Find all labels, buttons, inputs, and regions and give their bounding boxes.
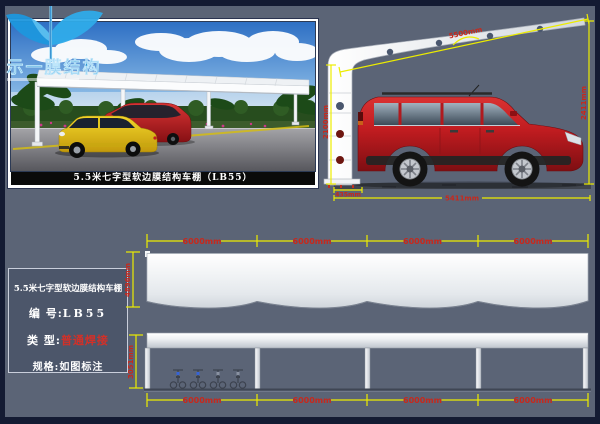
column bbox=[145, 348, 150, 389]
column bbox=[255, 348, 260, 389]
dim-front-height: 3051mm bbox=[127, 345, 135, 379]
column bbox=[365, 348, 370, 389]
suv-windows bbox=[374, 103, 518, 125]
dim-left-height: 2100mm bbox=[322, 105, 330, 139]
dim-right-height: 2411mm bbox=[580, 86, 588, 120]
plan-drawings: 6000mm 6000mm 6000mm 6000mm 4896mm bbox=[0, 225, 600, 424]
company-logo: 示一膜结构 bbox=[3, 4, 107, 88]
suv-side-view bbox=[355, 85, 585, 189]
bay-dim: 6000mm bbox=[514, 396, 553, 405]
logo-subtext-bar bbox=[7, 78, 79, 81]
column bbox=[583, 348, 588, 389]
front-wheel bbox=[505, 152, 540, 187]
front-beam bbox=[147, 333, 588, 348]
column bbox=[476, 348, 481, 389]
side-mirror bbox=[510, 111, 517, 116]
carport-column bbox=[207, 86, 211, 128]
rear-wheel bbox=[393, 152, 428, 187]
bay-dim: 6000mm bbox=[514, 237, 553, 246]
logo-sail-icon bbox=[6, 6, 103, 62]
logo-text: 示一膜结构 bbox=[7, 57, 102, 78]
dim-base-offset: 435mm bbox=[335, 192, 361, 199]
bay-dim: 6000mm bbox=[403, 237, 442, 246]
bay-dim: 6000mm bbox=[293, 237, 332, 246]
parked-bikes bbox=[170, 370, 245, 388]
carport-column bbox=[35, 82, 40, 144]
render-caption: 5.5米七字型软边膜结构车棚（LB55） bbox=[11, 171, 315, 185]
design-sheet: 5.5米七字型软边膜结构车棚（LB55） 示一膜结构 bbox=[0, 0, 600, 424]
bay-dim: 6000mm bbox=[403, 396, 442, 405]
bay-dim: 6000mm bbox=[183, 396, 222, 405]
bay-dim: 6000mm bbox=[293, 396, 332, 405]
dim-total-depth: 5411mm bbox=[445, 195, 479, 203]
membrane-roof-plan bbox=[145, 251, 588, 308]
dim-depth: 4896mm bbox=[124, 263, 132, 297]
front-elevation bbox=[144, 333, 591, 392]
base-plate bbox=[324, 179, 360, 184]
side-elevation-drawing: 5500mm 2100mm 2411mm 435mm 5411mm bbox=[322, 8, 596, 206]
bay-dim: 6000mm bbox=[183, 237, 222, 246]
